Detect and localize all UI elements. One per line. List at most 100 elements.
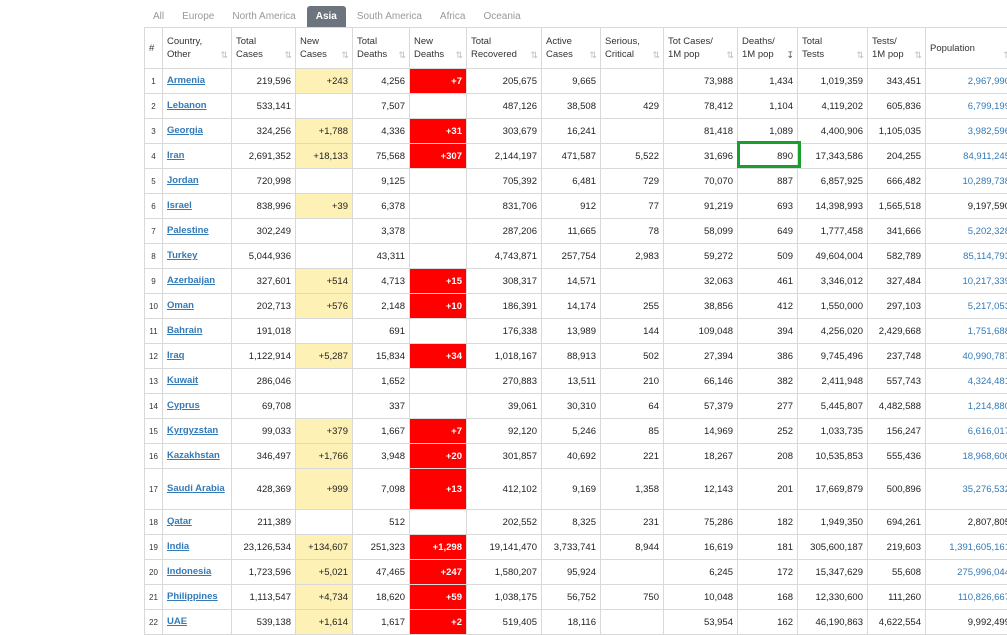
sort-icon[interactable]: ⇅ — [341, 49, 349, 62]
sort-icon[interactable]: ⇅ — [455, 49, 463, 62]
cell-total-cases: 720,998 — [232, 169, 296, 194]
country-link[interactable]: Lebanon — [167, 99, 207, 113]
cell-serious — [601, 610, 664, 635]
column-header-cases-1m[interactable]: Tot Cases/1M pop⇅ — [664, 28, 738, 69]
cell-population: 4,324,481 — [926, 369, 1007, 394]
sort-icon[interactable]: ⇅ — [398, 49, 406, 62]
population-link[interactable]: 275,996,044 — [957, 567, 1007, 578]
cell-total-tests: 4,256,020 — [798, 319, 868, 344]
cell-new-deaths: +13 — [410, 469, 467, 510]
tab-south-america[interactable]: South America — [348, 6, 431, 27]
country-link[interactable]: Azerbaijan — [167, 274, 215, 288]
cell-num: 12 — [145, 344, 163, 369]
population-link[interactable]: 2,967,990 — [968, 76, 1007, 87]
country-link[interactable]: Indonesia — [167, 565, 211, 579]
sort-icon[interactable]: ⇅ — [284, 49, 292, 62]
population-link[interactable]: 18,968,606 — [962, 451, 1007, 462]
cell-serious — [601, 560, 664, 585]
column-header-deaths-1m[interactable]: Deaths/1M pop↧ — [738, 28, 798, 69]
cell-new-cases: +379 — [296, 419, 353, 444]
cell-deaths-1m: 693 — [738, 194, 798, 219]
cell-total-deaths: 2,148 — [353, 294, 410, 319]
cell-total-recovered: 176,338 — [467, 319, 542, 344]
country-link[interactable]: Kuwait — [167, 374, 198, 388]
tab-asia[interactable]: Asia — [307, 6, 346, 27]
column-header-serious[interactable]: Serious,Critical⇅ — [601, 28, 664, 69]
sort-icon[interactable]: ⇅ — [1003, 49, 1007, 62]
country-link[interactable]: Israel — [167, 199, 192, 213]
tab-europe[interactable]: Europe — [173, 6, 223, 27]
sort-icon[interactable]: ⇅ — [652, 49, 660, 62]
column-header-population[interactable]: Population⇅ — [926, 28, 1007, 69]
cell-population: 18,968,606 — [926, 444, 1007, 469]
column-header-total-tests[interactable]: TotalTests⇅ — [798, 28, 868, 69]
sort-icon[interactable]: ⇅ — [220, 49, 228, 62]
tab-africa[interactable]: Africa — [431, 6, 475, 27]
cell-country: Azerbaijan — [163, 269, 232, 294]
population-link[interactable]: 85,114,793 — [963, 251, 1007, 262]
cell-total-recovered: 301,857 — [467, 444, 542, 469]
column-header-total-deaths[interactable]: TotalDeaths⇅ — [353, 28, 410, 69]
country-link[interactable]: Armenia — [167, 74, 205, 88]
country-link[interactable]: India — [167, 540, 189, 554]
country-link[interactable]: Turkey — [167, 249, 197, 263]
cell-new-deaths: +1,298 — [410, 535, 467, 560]
country-link[interactable]: Iraq — [167, 349, 184, 363]
cell-active-cases: 38,508 — [542, 94, 601, 119]
country-link[interactable]: Qatar — [167, 515, 192, 529]
column-header-new-deaths[interactable]: NewDeaths⇅ — [410, 28, 467, 69]
sort-icon[interactable]: ⇅ — [856, 49, 864, 62]
population-link[interactable]: 5,202,328 — [968, 226, 1007, 237]
population-link[interactable]: 3,982,596 — [968, 126, 1007, 137]
country-link[interactable]: Saudi Arabia — [167, 482, 225, 496]
cell-tests-1m: 343,451 — [868, 69, 926, 94]
cell-total-recovered: 2,144,197 — [467, 144, 542, 169]
country-link[interactable]: Palestine — [167, 224, 209, 238]
cell-new-cases: +1,788 — [296, 119, 353, 144]
cell-country: Armenia — [163, 69, 232, 94]
cell-total-deaths: 691 — [353, 319, 410, 344]
cell-active-cases: 471,587 — [542, 144, 601, 169]
population-link[interactable]: 40,990,787 — [962, 351, 1007, 362]
country-link[interactable]: Oman — [167, 299, 194, 313]
country-link[interactable]: Georgia — [167, 124, 203, 138]
cell-tests-1m: 237,748 — [868, 344, 926, 369]
population-link[interactable]: 1,214,880 — [968, 401, 1007, 412]
tab-north-america[interactable]: North America — [223, 6, 304, 27]
column-header-total-cases[interactable]: TotalCases⇅ — [232, 28, 296, 69]
population-link[interactable]: 110,826,667 — [958, 592, 1007, 603]
population-link[interactable]: 1,391,605,161 — [949, 542, 1007, 553]
tab-all[interactable]: All — [144, 6, 173, 27]
population-link[interactable]: 10,289,738 — [962, 176, 1007, 187]
cell-num: 22 — [145, 610, 163, 635]
population-link[interactable]: 84,911,245 — [963, 151, 1007, 162]
population-link[interactable]: 35,276,532 — [962, 484, 1007, 495]
column-header-country[interactable]: Country,Other⇅ — [163, 28, 232, 69]
sort-icon[interactable]: ⇅ — [726, 49, 734, 62]
population-link[interactable]: 1,751,688 — [968, 326, 1007, 337]
column-header-total-recovered[interactable]: TotalRecovered⇅ — [467, 28, 542, 69]
column-header-new-cases[interactable]: NewCases⇅ — [296, 28, 353, 69]
population-link[interactable]: 6,799,199 — [968, 101, 1007, 112]
population-link[interactable]: 5,217,053 — [968, 301, 1007, 312]
cell-total-deaths: 1,667 — [353, 419, 410, 444]
column-header-tests-1m[interactable]: Tests/1M pop⇅ — [868, 28, 926, 69]
country-link[interactable]: Philippines — [167, 590, 218, 604]
country-link[interactable]: Kyrgyzstan — [167, 424, 218, 438]
sort-icon[interactable]: ⇅ — [914, 49, 922, 62]
country-link[interactable]: Cyprus — [167, 399, 200, 413]
country-link[interactable]: Jordan — [167, 174, 199, 188]
country-link[interactable]: Kazakhstan — [167, 449, 220, 463]
population-link[interactable]: 10,217,339 — [962, 276, 1007, 287]
tab-oceania[interactable]: Oceania — [474, 6, 529, 27]
sort-icon[interactable]: ⇅ — [530, 49, 538, 62]
country-link[interactable]: Bahrain — [167, 324, 202, 338]
sort-desc-icon[interactable]: ↧ — [786, 49, 794, 62]
population-link[interactable]: 6,616,017 — [968, 426, 1007, 437]
column-header-active-cases[interactable]: ActiveCases⇅ — [542, 28, 601, 69]
sort-icon[interactable]: ⇅ — [589, 49, 597, 62]
cell-tests-1m: 582,789 — [868, 244, 926, 269]
country-link[interactable]: Iran — [167, 149, 184, 163]
cell-serious: 2,983 — [601, 244, 664, 269]
population-link[interactable]: 4,324,481 — [968, 376, 1007, 387]
